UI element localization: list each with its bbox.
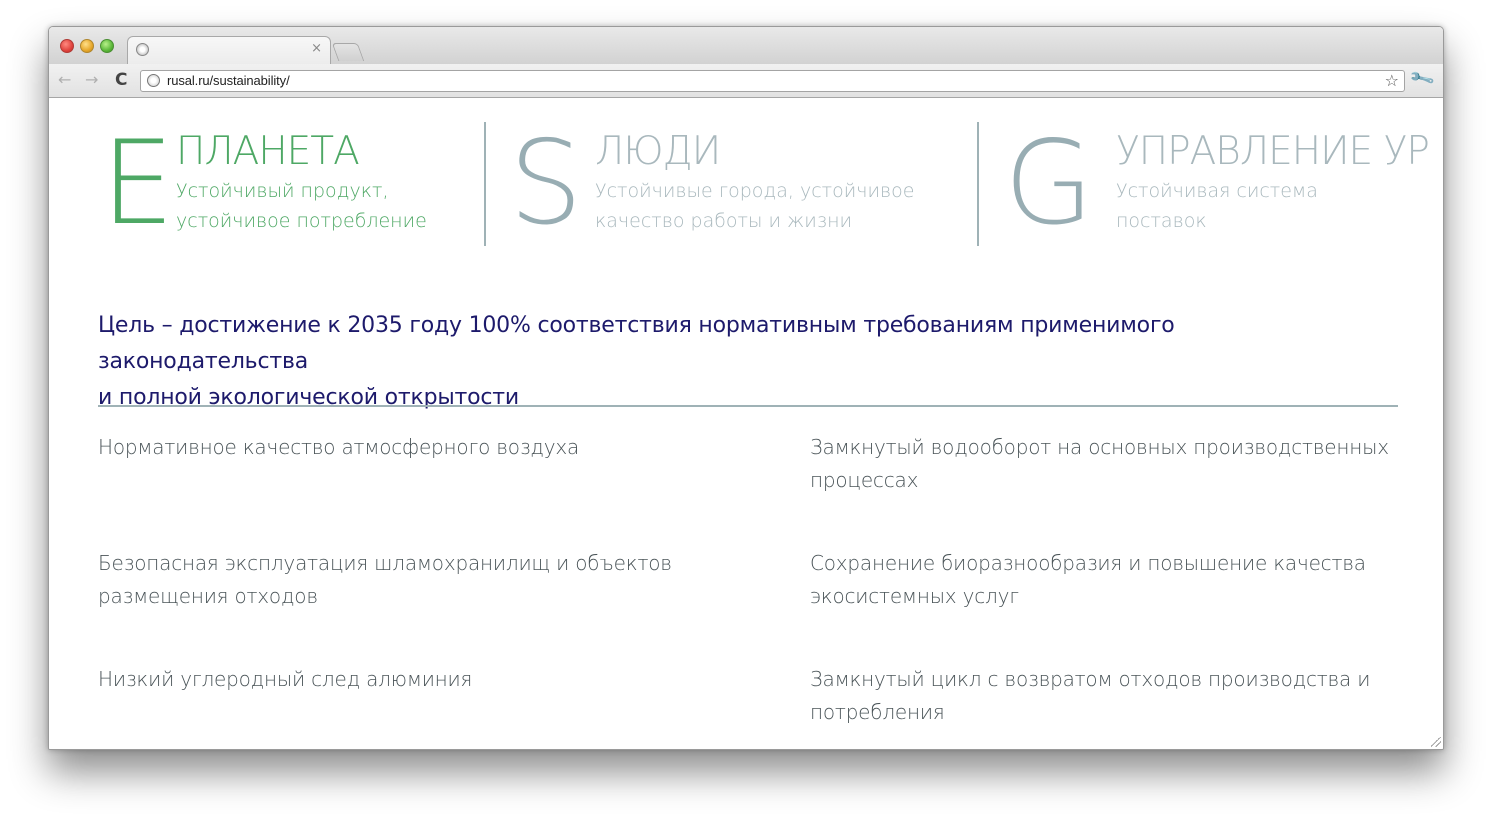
pillar-title: ПЛАНЕТА [176, 129, 360, 174]
page-content: E ПЛАНЕТА Устойчивый продукт, устойчивое… [49, 98, 1443, 749]
browser-toolbar: ← → C rusal.ru/sustainability/ ☆ 🔧 [49, 64, 1443, 98]
url-text[interactable]: rusal.ru/sustainability/ [167, 73, 290, 88]
pillar-planet[interactable]: E ПЛАНЕТА Устойчивый продукт, устойчивое… [101, 122, 481, 246]
back-arrow-icon[interactable]: ← [58, 70, 71, 90]
list-item: Замкнутый водооборот на основных произво… [810, 435, 1389, 492]
pillar-description-line: устойчивое потребление [176, 210, 427, 232]
horizontal-divider [98, 405, 1398, 407]
pillar-people[interactable]: S ЛЮДИ Устойчивые города, устойчивое кач… [509, 122, 979, 246]
window-maximize-button[interactable] [100, 39, 114, 53]
pillar-governance[interactable]: G УПРАВЛЕНИЕ УР Устойчивая система поста… [1004, 122, 1443, 246]
new-tab-button[interactable] [331, 43, 365, 61]
list-item: Нормативное качество атмосферного воздух… [98, 435, 580, 459]
pillar-title: УПРАВЛЕНИЕ УР [1116, 129, 1430, 174]
list-item: Низкий углеродный след алюминия [98, 667, 473, 691]
globe-icon [147, 74, 160, 87]
pillar-letter-g: G [1004, 116, 1094, 251]
goal-line: Цель – достижение к 2035 году 100% соотв… [98, 313, 1175, 374]
list-item: Замкнутый цикл с возвратом отходов произ… [810, 667, 1371, 724]
address-bar[interactable]: rusal.ru/sustainability/ ☆ [140, 70, 1405, 92]
pillar-description-line: Устойчивый продукт, [176, 180, 389, 202]
window-close-button[interactable] [60, 39, 74, 53]
wrench-icon[interactable]: 🔧 [1408, 65, 1436, 93]
pillar-description: Устойчивая система поставок [1116, 176, 1318, 236]
globe-icon [136, 43, 149, 56]
goal-line: и полной экологической открытости [98, 385, 519, 410]
list-item: Безопасная эксплуатация шламохранилищ и … [98, 551, 672, 608]
pillar-description-line: качество работы и жизни [595, 210, 853, 232]
forward-arrow-icon[interactable]: → [85, 70, 98, 90]
browser-tab[interactable]: × [127, 36, 331, 65]
pillar-description: Устойчивый продукт, устойчивое потреблен… [176, 176, 427, 236]
pillar-letter-e: E [101, 116, 175, 251]
title-bar: × [49, 27, 1443, 65]
vertical-divider [977, 122, 979, 246]
browser-window: × ← → C rusal.ru/sustainability/ ☆ 🔧 E П… [48, 26, 1444, 750]
pillar-description-line: поставок [1116, 210, 1207, 232]
tab-close-icon[interactable]: × [311, 41, 322, 56]
pillar-description: Устойчивые города, устойчивое качество р… [595, 176, 914, 236]
list-item: Сохранение биоразнообразия и повышение к… [810, 551, 1366, 608]
vertical-divider [484, 122, 486, 246]
window-minimize-button[interactable] [80, 39, 94, 53]
star-icon[interactable]: ☆ [1385, 71, 1399, 90]
pillar-letter-s: S [509, 116, 583, 251]
pillar-description-line: Устойчивая система [1116, 180, 1318, 202]
reload-icon[interactable]: C [115, 70, 127, 90]
pillar-title: ЛЮДИ [595, 129, 721, 174]
pillar-description-line: Устойчивые города, устойчивое [595, 180, 915, 202]
resize-grip-icon[interactable] [1431, 737, 1441, 747]
goal-statement: Цель – достижение к 2035 году 100% соотв… [98, 308, 1388, 416]
